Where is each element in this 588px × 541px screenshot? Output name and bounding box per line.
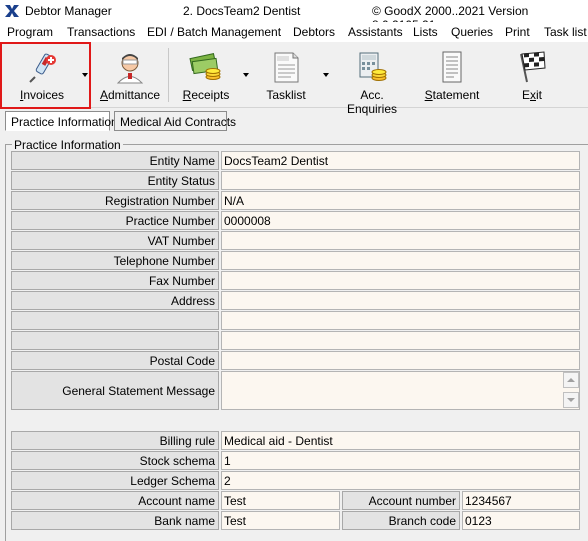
menu-task-list[interactable]: Task list xyxy=(544,25,587,39)
app-logo-icon xyxy=(5,5,19,17)
branch-code-field[interactable]: 0123 xyxy=(462,511,580,530)
scroll-down-icon[interactable] xyxy=(563,392,579,408)
fax-number-field[interactable] xyxy=(221,271,580,290)
statement-label: tatement xyxy=(432,88,480,102)
stock-schema-label: Stock schema xyxy=(11,451,219,470)
app-title: Debtor Manager xyxy=(25,4,112,18)
menu-program[interactable]: Program xyxy=(7,25,53,39)
panel-title: Practice Information xyxy=(12,138,123,152)
vat-number-label: VAT Number xyxy=(11,231,219,250)
receipts-button[interactable]: Receipts xyxy=(172,42,240,108)
scroll-up-icon[interactable] xyxy=(563,372,579,388)
menu-bar: Program Transactions EDI / Batch Managem… xyxy=(0,22,588,42)
postal-code-field[interactable] xyxy=(221,351,580,370)
account-number-field[interactable]: 1234567 xyxy=(462,491,580,510)
registration-number-label: Registration Number xyxy=(11,191,219,210)
document-title: 2. DocsTeam2 Dentist xyxy=(183,4,301,18)
billing-rule-field[interactable]: Medical aid - Dentist xyxy=(221,431,580,450)
receipts-label: eceipts xyxy=(191,88,230,102)
account-number-label: Account number xyxy=(342,491,460,510)
money-icon xyxy=(189,53,221,80)
ledger-schema-label: Ledger Schema xyxy=(11,471,219,490)
receipts-accel: R xyxy=(182,88,192,102)
checkered-flag-icon xyxy=(520,51,546,83)
exit-button[interactable]: Exit xyxy=(500,42,564,108)
address-line-2-field[interactable] xyxy=(221,311,580,330)
postal-code-label: Postal Code xyxy=(11,351,219,370)
address-spacer-label xyxy=(11,311,219,330)
admittance-button[interactable]: Admittance xyxy=(96,42,164,108)
branch-code-label: Branch code xyxy=(342,511,460,530)
admittance-accel: A xyxy=(99,88,108,102)
account-name-label: Account name xyxy=(11,491,219,510)
calculator-coins-icon xyxy=(359,52,387,81)
fax-number-label: Fax Number xyxy=(11,271,219,290)
statement-button[interactable]: Statement xyxy=(420,42,484,108)
ledger-schema-field[interactable]: 2 xyxy=(221,471,580,490)
address-line-3-field[interactable] xyxy=(221,331,580,350)
telephone-number-field[interactable] xyxy=(221,251,580,270)
menu-print[interactable]: Print xyxy=(505,25,530,39)
bank-name-field[interactable]: Test xyxy=(221,511,340,530)
title-bar: Debtor Manager 2. DocsTeam2 Dentist © Go… xyxy=(0,0,588,32)
toolbar-separator xyxy=(168,48,169,102)
acc-enquiries-button[interactable]: Acc. Enquiries xyxy=(334,42,410,116)
general-statement-message-field[interactable] xyxy=(221,371,580,410)
practice-number-field[interactable]: 0000008 xyxy=(221,211,580,230)
exit-label-prefix: E xyxy=(521,88,530,102)
telephone-number-label: Telephone Number xyxy=(11,251,219,270)
menu-assistants[interactable]: Assistants xyxy=(348,25,403,39)
bank-name-label: Bank name xyxy=(11,511,219,530)
menu-queries[interactable]: Queries xyxy=(451,25,493,39)
tasklist-button[interactable]: Tasklist xyxy=(253,42,319,108)
address-spacer-label xyxy=(11,331,219,350)
menu-edi-batch-management[interactable]: EDI / Batch Management xyxy=(147,25,281,39)
menu-lists[interactable]: Lists xyxy=(413,25,438,39)
vat-number-field[interactable] xyxy=(221,231,580,250)
stock-schema-field[interactable]: 1 xyxy=(221,451,580,470)
entity-name-label: Entity Name xyxy=(11,151,219,170)
tasklist-label: Tasklist xyxy=(266,88,306,102)
statement-icon xyxy=(442,51,462,83)
entity-status-field[interactable] xyxy=(221,171,580,190)
admittance-label: dmittance xyxy=(107,88,161,102)
statement-accel: S xyxy=(424,88,433,102)
menu-debtors[interactable]: Debtors xyxy=(293,25,335,39)
task-sheet-icon xyxy=(274,52,299,83)
receipts-dropdown-icon[interactable] xyxy=(243,73,249,77)
tab-strip: Practice Information Medical Aid Contrac… xyxy=(0,110,588,132)
patient-icon xyxy=(116,54,144,84)
registration-number-field[interactable]: N/A xyxy=(221,191,580,210)
exit-label: it xyxy=(536,88,542,102)
tab-medical-aid-contracts[interactable]: Medical Aid Contracts xyxy=(114,111,236,131)
billing-rule-label: Billing rule xyxy=(11,431,219,450)
account-name-field[interactable]: Test xyxy=(221,491,340,510)
address-label: Address xyxy=(11,291,219,310)
practice-number-label: Practice Number xyxy=(11,211,219,230)
address-line-1-field[interactable] xyxy=(221,291,580,310)
tasklist-dropdown-icon[interactable] xyxy=(323,73,329,77)
entity-name-field[interactable]: DocsTeam2 Dentist xyxy=(221,151,580,170)
entity-status-label: Entity Status xyxy=(11,171,219,190)
menu-transactions[interactable]: Transactions xyxy=(67,25,135,39)
invoices-highlight-box xyxy=(0,42,91,109)
general-statement-message-label: General Statement Message xyxy=(11,371,219,410)
tab-practice-information[interactable]: Practice Information xyxy=(5,111,118,131)
